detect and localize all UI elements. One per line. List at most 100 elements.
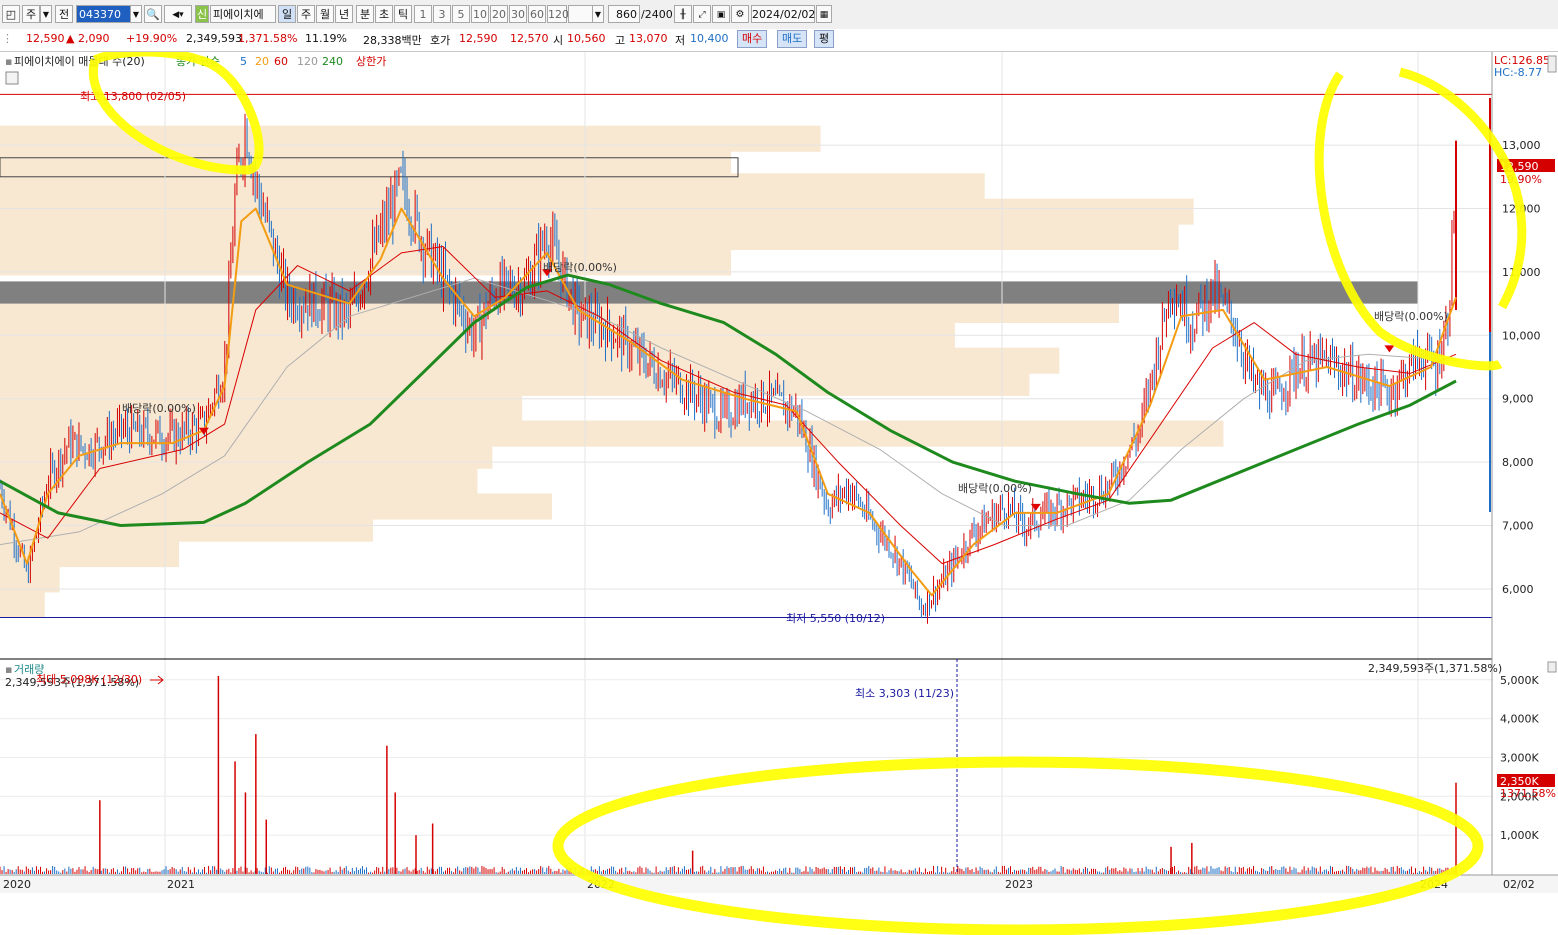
volume-profile-band <box>0 442 493 469</box>
y-tick-9000: 9,000 <box>1502 393 1534 406</box>
x-tick-2020: 2020 <box>3 878 31 891</box>
volume-legend-marker: ▪ <box>5 663 12 676</box>
x-tick-2023: 2023 <box>1005 878 1033 891</box>
legend-ma20: 20 <box>255 55 269 68</box>
chart-toolbar: ◰ 주 ▼ 전 043370 ▼ 🔍 ◀▾ 신 피에이치에 일 주 월 년 분 … <box>0 0 1558 30</box>
volume-scroll-button[interactable] <box>1547 661 1557 673</box>
dividend-label: 배당락(0.00%) <box>543 261 617 274</box>
trade-amount: 28,338백만 <box>363 34 422 47</box>
ask-price: 12,590 <box>459 32 498 45</box>
period-minute[interactable]: 분 <box>356 5 374 23</box>
chevron-down-icon[interactable]: ▼ <box>40 5 52 23</box>
interval-3[interactable]: 3 <box>433 5 451 23</box>
bid-price: 12,570 <box>510 32 549 45</box>
dividend-label: 배당락(0.00%) <box>958 482 1032 495</box>
chevron-down-icon[interactable]: ▼ <box>130 5 142 23</box>
window-icon[interactable]: ◰ <box>2 5 20 23</box>
v-tick-1000k: 1,000K <box>1500 829 1539 842</box>
price: 12,590 <box>26 32 65 45</box>
buy-button[interactable]: 매수 <box>737 30 768 48</box>
period-week[interactable]: 주 <box>297 5 315 23</box>
volume-max-label: 최대 5,098K (12/30) <box>36 673 142 686</box>
volume-min-label: 최소 3,303 (11/23) <box>855 687 954 700</box>
volume-profile-band <box>0 369 1030 396</box>
low-price: 10,400 <box>690 32 729 45</box>
legend-ma5: 5 <box>240 55 247 68</box>
low-label: 저 <box>675 34 686 47</box>
stock-code-input[interactable]: 043370 <box>76 5 132 23</box>
prev-button[interactable]: 전 <box>55 5 73 23</box>
turnover: 11.19% <box>305 32 347 45</box>
count-total: /2400 <box>641 8 673 21</box>
volume-right-label: 2,349,593주(1,371.58%) <box>1368 662 1502 675</box>
x-tick-date: 02/02 <box>1503 878 1535 891</box>
legend-limit-up: 상한가 <box>356 55 386 68</box>
v-tick-4000k: 4,000K <box>1500 713 1539 726</box>
volume-last-pct: 1371.58% <box>1500 787 1556 800</box>
grid-icon[interactable] <box>5 71 19 85</box>
price-change-pct: +19.90% <box>126 32 178 45</box>
calendar-icon[interactable]: ▦ <box>816 5 832 23</box>
y-tick-7000: 7,000 <box>1502 520 1534 533</box>
stock-badge: 신 <box>195 5 209 23</box>
volume-profile-band <box>0 420 1224 447</box>
interval-10[interactable]: 10 <box>471 5 489 23</box>
quote-bar: ⋮ 12,590 ▲ 2,090 +19.90% 2,349,593 1,371… <box>0 29 1558 52</box>
y-tick-8000: 8,000 <box>1502 456 1534 469</box>
high-price: 13,070 <box>629 32 668 45</box>
legend-marker: ▪ <box>5 55 12 68</box>
volume-profile-band <box>0 515 373 542</box>
y-tick-13000: 13,000 <box>1502 139 1541 152</box>
volume-pct: 1,371.58% <box>238 32 298 45</box>
dividend-label: 배당락(0.00%) <box>1374 310 1448 323</box>
y-tick-6000: 6,000 <box>1502 583 1534 596</box>
interval-120[interactable]: 120 <box>547 5 569 23</box>
interval-5[interactable]: 5 <box>452 5 470 23</box>
high-label: 고 <box>615 34 626 47</box>
candle-icon[interactable]: ╫ <box>674 5 692 23</box>
ask-label: 호가 <box>430 34 451 47</box>
period-day[interactable]: 일 <box>278 5 296 23</box>
dividend-label: 배당락(0.00%) <box>122 402 196 415</box>
interval-60[interactable]: 60 <box>528 5 546 23</box>
period-tick[interactable]: 틱 <box>394 5 412 23</box>
y-tick-10000: 10,000 <box>1502 329 1541 342</box>
volume-profile-band <box>0 347 1060 374</box>
min-price-label: 최저 5,550 (10/12) <box>786 612 885 625</box>
period-month[interactable]: 월 <box>316 5 334 23</box>
scroll-button[interactable] <box>1547 55 1557 73</box>
date-input[interactable]: 2024/02/02 <box>751 5 815 23</box>
hc-label: HC:-8.77 <box>1494 66 1542 79</box>
interval-20[interactable]: 20 <box>490 5 508 23</box>
search-icon[interactable]: 🔍 <box>144 5 162 23</box>
volume-profile-band <box>0 147 732 174</box>
legend-ma60: 60 <box>274 55 288 68</box>
volume-profile-band <box>0 468 478 495</box>
zoom-icon[interactable]: ⤢ <box>693 5 711 23</box>
info-icon: ⋮ <box>2 32 13 45</box>
open-price: 10,560 <box>567 32 606 45</box>
interval-30[interactable]: 30 <box>509 5 527 23</box>
price-change: ▲ 2,090 <box>66 32 110 45</box>
volume-profile-band <box>0 591 45 618</box>
x-tick-2021: 2021 <box>167 878 195 891</box>
sound-icon[interactable]: ◀▾ <box>164 5 192 23</box>
chevron-down-icon[interactable]: ▼ <box>592 5 604 23</box>
period-second[interactable]: 초 <box>375 5 393 23</box>
period-year[interactable]: 년 <box>335 5 353 23</box>
period-main-button[interactable]: 주 <box>22 5 40 23</box>
legend-ma120: 120 <box>297 55 318 68</box>
gear-icon[interactable]: ⚙ <box>731 5 749 23</box>
count-input[interactable]: 860 <box>608 5 640 23</box>
volume-profile-band <box>0 198 1194 225</box>
open-label: 시 <box>553 34 564 47</box>
avg-button[interactable]: 평 <box>814 30 835 48</box>
sell-button[interactable]: 매도 <box>777 30 808 48</box>
time-axis <box>0 875 1558 893</box>
interval-1[interactable]: 1 <box>414 5 432 23</box>
save-icon[interactable]: ▣ <box>712 5 730 23</box>
v-tick-3000k: 3,000K <box>1500 751 1539 764</box>
stock-chart[interactable]: ▪ 피에이치에이 매물대 수(20) 종가 단순 5 20 60 120 240… <box>0 52 1558 935</box>
stock-name: 피에이치에 <box>210 5 276 23</box>
volume-profile-band <box>0 493 553 520</box>
